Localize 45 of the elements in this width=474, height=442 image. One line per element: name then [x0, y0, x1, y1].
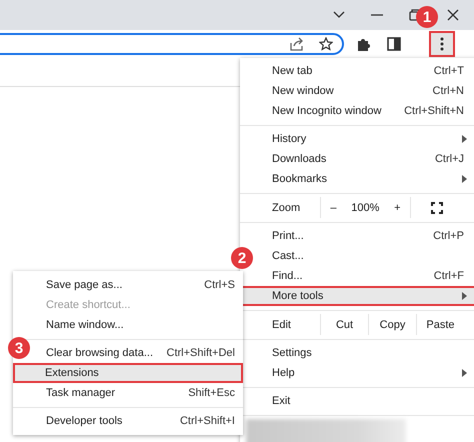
menu-item[interactable]: Name window...	[31, 315, 243, 335]
menu-item[interactable]: Print... Ctrl+P	[254, 226, 474, 246]
edit-button[interactable]: Cut	[320, 314, 368, 335]
zoom-level: 100%	[351, 202, 380, 214]
minimize-icon[interactable]	[371, 14, 383, 16]
menu-item[interactable]: Find... Ctrl+F	[254, 266, 474, 286]
submenu-arrow-icon	[462, 175, 467, 183]
menu-button[interactable]	[431, 33, 453, 55]
menu-item[interactable]: Developer tools Ctrl+Shift+I	[31, 411, 243, 431]
submenu-arrow-icon	[462, 135, 467, 143]
menu-item[interactable]: Settings	[254, 343, 474, 363]
close-icon[interactable]	[447, 9, 459, 21]
edit-label: Edit	[271, 318, 292, 332]
edit-button[interactable]: Paste	[416, 314, 464, 335]
step-number: 2	[231, 247, 253, 269]
menu-item[interactable]: Downloads Ctrl+J	[254, 149, 474, 169]
menu-item[interactable]: More tools	[240, 286, 474, 306]
menu-item[interactable]: New window Ctrl+N	[254, 81, 474, 101]
share-icon[interactable]	[289, 37, 305, 51]
address-bar[interactable]	[0, 33, 344, 55]
menu-item[interactable]: Bookmarks	[254, 169, 474, 189]
star-icon[interactable]	[319, 37, 333, 51]
side-panel-icon[interactable]	[387, 37, 401, 51]
submenu-arrow-icon	[462, 369, 467, 377]
menu-item[interactable]: New Incognito window Ctrl+Shift+N	[254, 101, 474, 121]
chevron-down-icon[interactable]	[333, 11, 345, 19]
menu-item[interactable]: Save page as... Ctrl+S	[31, 275, 243, 295]
edit-button[interactable]: Copy	[368, 314, 416, 335]
submenu-arrow-icon	[462, 292, 467, 300]
menu-item[interactable]: Exit	[254, 391, 474, 411]
puzzle-icon[interactable]	[357, 37, 371, 51]
menu-item[interactable]: History	[254, 129, 474, 149]
menu-item[interactable]: Cast...	[254, 246, 474, 266]
menu-item[interactable]: Help	[254, 363, 474, 383]
menu-item[interactable]: New tab Ctrl+T	[254, 61, 474, 81]
menu-icon	[440, 37, 444, 51]
zoom-label: Zoom	[271, 200, 302, 216]
menu-item[interactable]: Extensions	[13, 363, 243, 383]
menu-item[interactable]: Clear browsing data... Ctrl+Shift+Del	[31, 343, 243, 363]
restore-icon[interactable]	[409, 9, 421, 21]
zoom-out-button[interactable]: –	[326, 202, 340, 214]
fullscreen-icon[interactable]	[431, 202, 443, 214]
menu-item[interactable]: Task manager Shift+Esc	[31, 383, 243, 403]
step-number: 3	[8, 337, 30, 359]
zoom-in-button[interactable]: +	[390, 202, 405, 214]
